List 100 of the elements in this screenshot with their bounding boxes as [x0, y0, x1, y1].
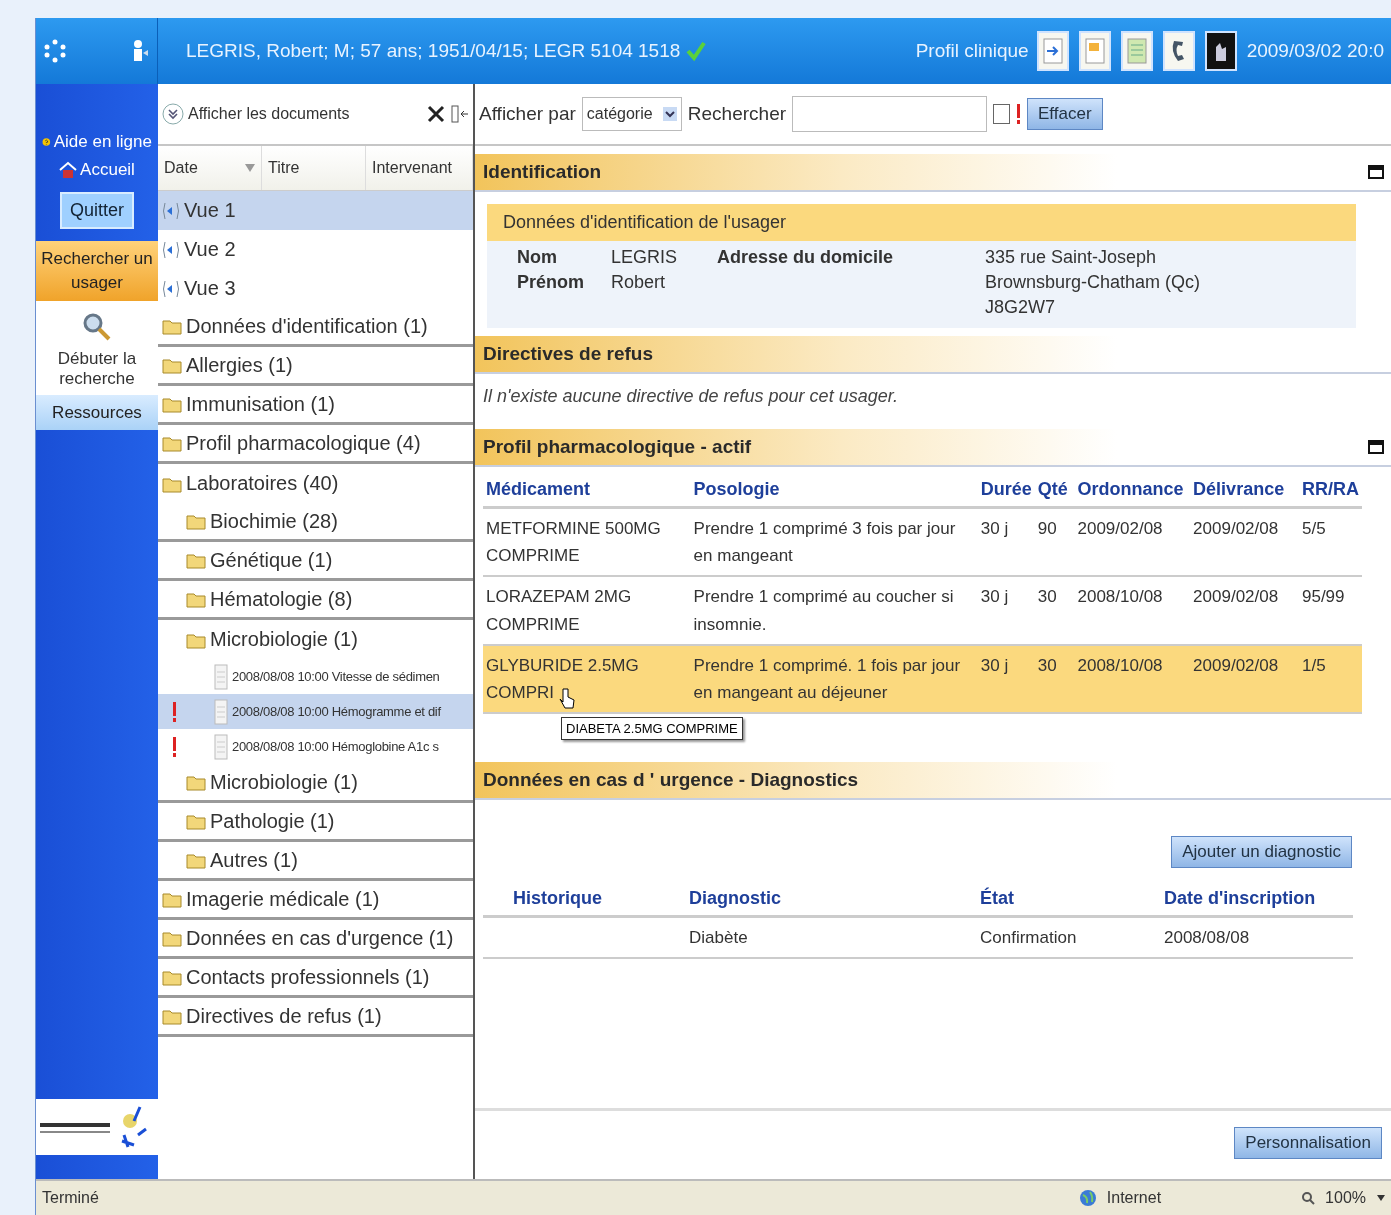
column-header[interactable]: Intervenant: [366, 146, 473, 190]
section-title: Identification: [483, 161, 602, 183]
medication-row[interactable]: METFORMINE 500MG COMPRIME Prendre 1 comprimé 3 fois par jour en mangeant 30 j 90 2009/02/08 2009/02/08 5/5: [483, 507, 1362, 577]
table-cell: 95/99: [1298, 576, 1362, 645]
column-header[interactable]: Titre: [262, 146, 366, 190]
view-icon: [162, 278, 180, 299]
customize-button[interactable]: Personnalisation: [1234, 1127, 1382, 1159]
table-cell: 30: [1034, 644, 1075, 714]
table-cell: 30: [1034, 576, 1075, 645]
medication-row[interactable]: GLYBURIDE 2.5MG COMPRI Prendre 1 comprimé. 1 fois par jour en mangeant au déjeuner 30 j 30 2008/10/08 2009/02/08 1/5: [483, 644, 1362, 714]
table-cell: Diabète: [686, 916, 977, 959]
caret-icon: [662, 107, 677, 121]
section-title: Directives de refus: [483, 343, 654, 365]
profile-label: Profil clinique: [915, 40, 1029, 62]
field-value: Robert: [611, 272, 667, 293]
column-header[interactable]: Durée: [977, 473, 1035, 508]
table-cell: METFORMINE 500MG COMPRIME: [483, 507, 691, 577]
column-header[interactable]: Historique: [483, 882, 686, 917]
tree-item[interactable]: Vue 1: [158, 191, 473, 230]
arrow-document-icon[interactable]: [1036, 31, 1069, 71]
cursor-icon: [559, 688, 575, 711]
table-cell: 2009/02/08: [1190, 507, 1299, 577]
category-select[interactable]: catégorie: [581, 97, 682, 131]
table-cell: 1/5: [1298, 644, 1362, 714]
table-cell: 2009/02/08: [1190, 644, 1299, 714]
window-icon[interactable]: [1368, 439, 1384, 455]
document-icon: [214, 663, 228, 690]
search-field[interactable]: [792, 96, 988, 132]
table-cell: LORAZEPAM 2MG COMPRIME: [483, 576, 691, 645]
address-label: Adresse du domicile: [717, 247, 895, 268]
column-header[interactable]: Date d'inscription: [1161, 882, 1353, 917]
column-header[interactable]: Médicament: [483, 473, 691, 508]
nav-tab[interactable]: Rechercher un usager: [36, 241, 158, 301]
card-title: Données d'identification de l'usager: [487, 204, 1356, 241]
search-action[interactable]: Débuter la recherche: [36, 300, 158, 395]
sort-icon: [245, 164, 255, 172]
list-document-icon[interactable]: [1120, 31, 1153, 71]
clear-button[interactable]: Effacer: [1027, 98, 1103, 130]
globe-icon: [1078, 1189, 1097, 1207]
table-cell: 30 j: [977, 507, 1035, 577]
table-cell: Prendre 1 comprimé. 1 fois par jour en mangeant au déjeuner: [690, 644, 978, 714]
table-cell: Prendre 1 comprimé au coucher si insomnie.: [690, 576, 978, 645]
document-row[interactable]: 2008/08/08 10:00 Hémogramme et dif: [158, 694, 473, 729]
table-cell: Confirmation: [977, 916, 1161, 959]
date-time: 2009/03/02 20:0: [1246, 40, 1384, 62]
table-cell: 30 j: [977, 644, 1035, 714]
tooltip: DIABETA 2.5MG COMPRIME: [561, 717, 743, 741]
zoom-icon: [1301, 1191, 1316, 1205]
view-icon: [162, 200, 180, 221]
address-line: J8G2W7: [985, 297, 1057, 318]
flag-checkbox[interactable]: [993, 104, 1011, 124]
caret-icon[interactable]: [1376, 1194, 1386, 1202]
add-diagnosis-button[interactable]: Ajouter un diagnostic: [1171, 836, 1352, 869]
column-header[interactable]: Délivrance: [1190, 473, 1299, 508]
table-cell: 30 j: [977, 576, 1035, 645]
column-header[interactable]: Qté: [1034, 473, 1075, 508]
column-header[interactable]: État: [977, 882, 1161, 917]
section-title: Données en cas d ' urgence - Diagnostics: [483, 769, 859, 792]
column-header[interactable]: RR/RA: [1298, 473, 1362, 508]
table-cell: 2008/08/08: [1161, 916, 1353, 959]
folder-document-icon[interactable]: [1078, 31, 1111, 71]
phone-icon[interactable]: [1162, 31, 1195, 71]
table-cell: 2009/02/08: [1074, 507, 1191, 577]
close-icon[interactable]: [427, 105, 445, 123]
address-line: 335 rue Saint-Joseph: [985, 247, 1158, 268]
table-cell: Prendre 1 comprimé 3 fois par jour en mangeant: [690, 507, 978, 577]
table-cell: 2008/10/08: [1074, 576, 1191, 645]
collapse-icon[interactable]: [451, 104, 469, 124]
group-by-label: Afficher par: [479, 103, 576, 125]
zone-text: Internet: [1106, 1189, 1162, 1207]
nav-tab[interactable]: Ressources: [36, 394, 158, 431]
home-link[interactable]: Accueil: [36, 156, 158, 184]
table-cell: 5/5: [1298, 507, 1362, 577]
column-header[interactable]: Diagnostic: [686, 882, 977, 917]
medication-row[interactable]: LORAZEPAM 2MG COMPRIME Prendre 1 comprimé au coucher si insomnie. 30 j 30 2008/10/08 2009/02/08 95/99: [483, 576, 1362, 645]
document-icon: [214, 698, 228, 725]
patient-summary: LEGRIS, Robert; M; 57 ans; 1951/04/15; LEGR 5104 1518: [186, 40, 681, 62]
field-label: Nom: [517, 247, 558, 268]
table-cell: 90: [1034, 507, 1075, 577]
field-label: Prénom: [517, 272, 586, 293]
zoom-level[interactable]: 100%: [1325, 1189, 1366, 1207]
show-documents-toggle[interactable]: Afficher les documents: [162, 103, 350, 125]
view-icon: [162, 239, 180, 260]
quit-button[interactable]: Quitter: [60, 192, 134, 229]
window-icon[interactable]: [1368, 164, 1384, 180]
address-line: Brownsburg-Chatham (Qc): [985, 272, 1202, 293]
help-link[interactable]: Aide en ligne: [36, 128, 158, 156]
search-label: Rechercher: [687, 103, 787, 125]
document-icon: [214, 733, 228, 760]
chevron-icon: [162, 103, 184, 125]
home-icon: [59, 161, 78, 179]
column-header[interactable]: Date: [158, 146, 262, 190]
sparkle-icon: [44, 39, 66, 63]
column-header[interactable]: Ordonnance: [1074, 473, 1191, 508]
field-value: LEGRIS: [611, 247, 679, 268]
column-header[interactable]: Posologie: [690, 473, 978, 508]
section-title: Profil pharmacologique - actif: [483, 436, 752, 458]
table-cell: 2009/02/08: [1190, 576, 1299, 645]
person-icon[interactable]: [131, 39, 149, 63]
table-cell: 2008/10/08: [1074, 644, 1191, 714]
